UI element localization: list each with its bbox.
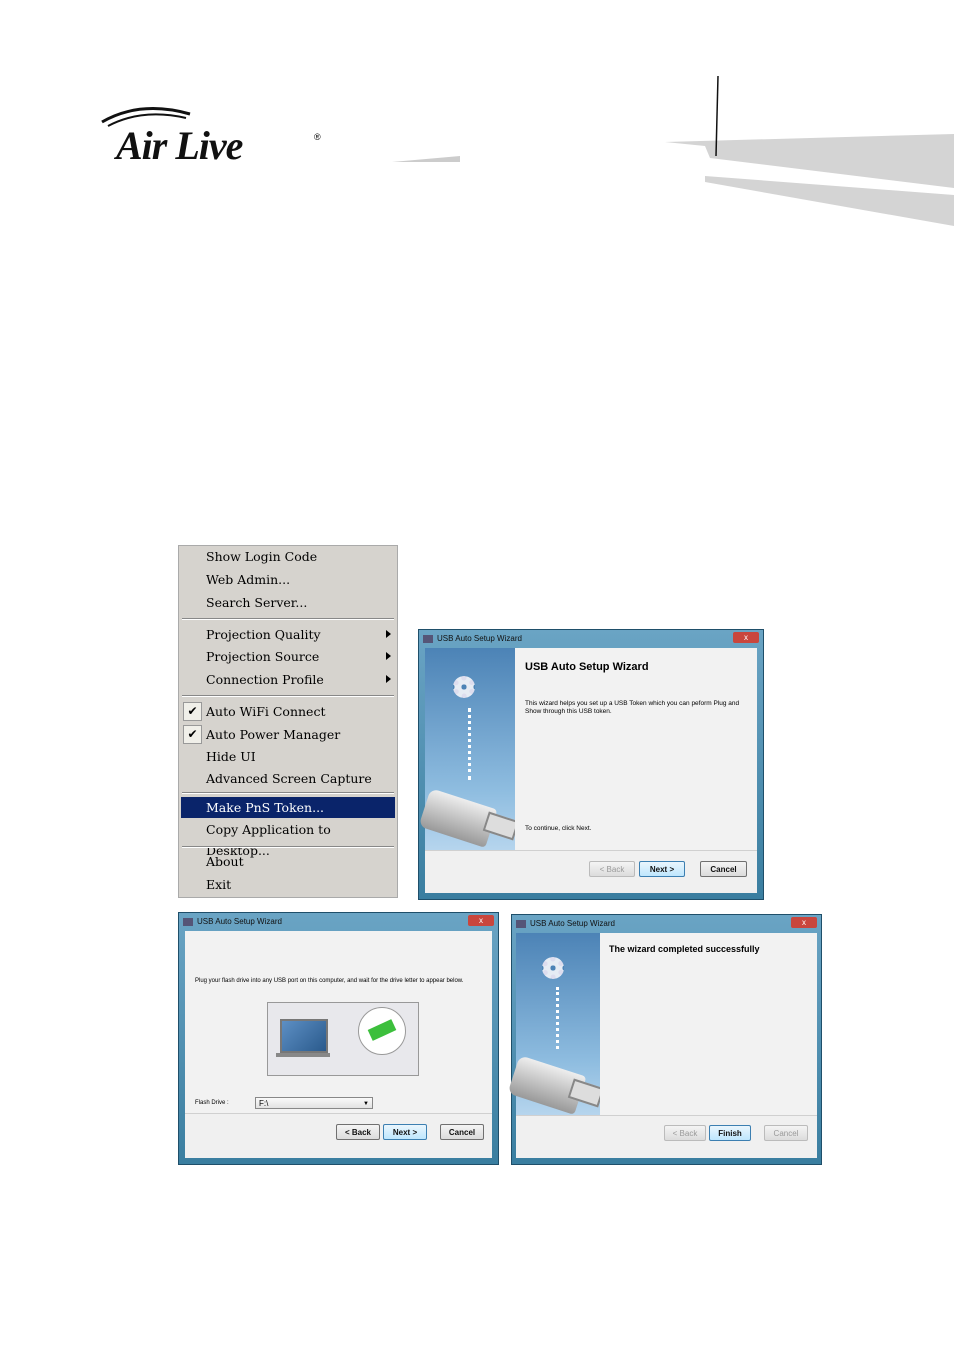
app-icon	[423, 635, 433, 643]
menu-item-search-server[interactable]: Search Server...	[181, 592, 395, 613]
app-icon	[516, 920, 526, 928]
logo-text: Air Live	[116, 123, 243, 168]
button-bar: < Back Next > Cancel	[425, 850, 757, 893]
wizard-content: USB Auto Setup Wizard This wizard helps …	[515, 648, 757, 853]
menu-item-exit[interactable]: Exit	[181, 874, 395, 895]
menu-separator	[182, 792, 394, 794]
submenu-arrow-icon	[386, 630, 391, 638]
wizard-side-banner	[418, 648, 520, 853]
next-button[interactable]: Next >	[639, 861, 685, 877]
checkmark-icon: ✔	[183, 725, 202, 744]
menu-item-hide-ui[interactable]: Hide UI	[181, 746, 395, 767]
menu-item-about[interactable]: About	[181, 851, 395, 872]
next-button[interactable]: Next >	[383, 1124, 427, 1140]
button-bar: < Back Finish Cancel	[516, 1115, 817, 1158]
menu-item-make-pns-token[interactable]: Make PnS Token...	[181, 797, 395, 818]
tray-context-menu: Show Login Code Web Admin... Search Serv…	[178, 545, 398, 898]
submenu-arrow-icon	[386, 675, 391, 683]
instruction-text: Plug your flash drive into any USB port …	[195, 978, 464, 984]
app-icon	[183, 918, 193, 926]
wizard-window-plug-drive: USB Auto Setup Wizard x Plug your flash d…	[178, 912, 499, 1165]
menu-item-advanced-screen-capture[interactable]: Advanced Screen Capture	[181, 768, 395, 789]
cancel-button[interactable]: Cancel	[764, 1125, 808, 1141]
airlive-logo: Air Live ®	[100, 104, 330, 168]
close-button[interactable]: x	[468, 915, 494, 926]
checkmark-icon: ✔	[183, 702, 202, 721]
plug-illustration	[267, 1002, 419, 1076]
back-button[interactable]: < Back	[589, 861, 635, 877]
wizard-window-complete: USB Auto Setup Wizard x The wizard comple…	[507, 914, 822, 1165]
flash-drive-label: Flash Drive :	[195, 1100, 229, 1106]
dotted-line	[468, 708, 474, 780]
laptop-base	[276, 1053, 330, 1057]
menu-item-label: Projection Quality	[206, 627, 321, 642]
menu-separator	[182, 846, 394, 848]
menu-item-label: About	[206, 854, 244, 869]
window-title: USB Auto Setup Wizard	[437, 634, 522, 643]
menu-item-label: Exit	[206, 877, 232, 892]
title-bar: USB Auto Setup Wizard x	[179, 913, 498, 931]
menu-item-connection-profile[interactable]: Connection Profile	[181, 669, 395, 690]
window-title: USB Auto Setup Wizard	[530, 919, 615, 928]
wizard-content: The wizard completed successfully	[600, 933, 817, 1118]
menu-item-label: Make PnS Token...	[206, 800, 325, 815]
menu-separator	[182, 695, 394, 697]
wizard-client: The wizard completed successfully < Back…	[507, 933, 817, 1158]
close-button[interactable]: x	[733, 632, 759, 643]
menu-item-label: Show Login Code	[206, 549, 318, 564]
document-page: Air Live ® Show Login Code Web Admin... …	[0, 0, 954, 1350]
header-decoration	[392, 75, 954, 226]
back-button[interactable]: < Back	[664, 1125, 706, 1141]
continue-text: To continue, click Next.	[525, 825, 592, 832]
wizard-side-banner	[507, 933, 605, 1118]
gear-icon	[542, 957, 564, 979]
flash-drive-value: F:\	[259, 1099, 269, 1108]
wizard-window-welcome: USB Auto Setup Wizard x USB Auto Setup Wi…	[418, 629, 764, 900]
back-button[interactable]: < Back	[336, 1124, 380, 1140]
menu-item-auto-power-manager[interactable]: ✔ Auto Power Manager	[181, 724, 395, 745]
menu-item-copy-application[interactable]: Copy Application to Desktop...	[181, 819, 395, 858]
title-bar: USB Auto Setup Wizard x	[512, 915, 821, 933]
submenu-arrow-icon	[386, 652, 391, 660]
title-bar: USB Auto Setup Wizard x	[419, 630, 763, 648]
menu-item-auto-wifi-connect[interactable]: ✔ Auto WiFi Connect	[181, 701, 395, 722]
close-button[interactable]: x	[791, 917, 817, 928]
logo-registered: ®	[314, 132, 321, 142]
menu-item-web-admin[interactable]: Web Admin...	[181, 569, 395, 590]
finish-button[interactable]: Finish	[709, 1125, 751, 1141]
menu-item-label: Auto Power Manager	[206, 727, 341, 742]
menu-item-projection-source[interactable]: Projection Source	[181, 646, 395, 667]
menu-item-label: Auto WiFi Connect	[206, 704, 326, 719]
cancel-button[interactable]: Cancel	[440, 1124, 484, 1140]
dotted-line	[556, 987, 562, 1049]
wizard-heading: USB Auto Setup Wizard	[525, 661, 649, 673]
menu-item-label: Hide UI	[206, 749, 256, 764]
wizard-heading: The wizard completed successfully	[609, 944, 760, 954]
window-title: USB Auto Setup Wizard	[197, 917, 282, 926]
wizard-client: USB Auto Setup Wizard This wizard helps …	[418, 648, 757, 893]
button-bar: < Back Next > Cancel	[185, 1113, 492, 1158]
usb-port-zoom-icon	[358, 1007, 406, 1055]
dropdown-arrow-icon: ▼	[363, 1101, 369, 1107]
gear-icon	[453, 676, 475, 698]
menu-item-show-login-code[interactable]: Show Login Code	[181, 546, 395, 567]
menu-item-label: Web Admin...	[206, 572, 291, 587]
menu-item-label: Search Server...	[206, 595, 308, 610]
menu-item-projection-quality[interactable]: Projection Quality	[181, 624, 395, 645]
menu-item-label: Connection Profile	[206, 672, 324, 687]
menu-item-label: Projection Source	[206, 649, 320, 664]
laptop-icon	[280, 1019, 328, 1053]
flash-drive-select[interactable]: F:\ ▼	[255, 1097, 373, 1109]
wizard-description: This wizard helps you set up a USB Token…	[525, 700, 740, 715]
menu-item-label: Advanced Screen Capture	[206, 771, 372, 786]
menu-separator	[182, 618, 394, 620]
wizard-client: Plug your flash drive into any USB port …	[185, 931, 492, 1158]
cancel-button[interactable]: Cancel	[700, 861, 747, 877]
